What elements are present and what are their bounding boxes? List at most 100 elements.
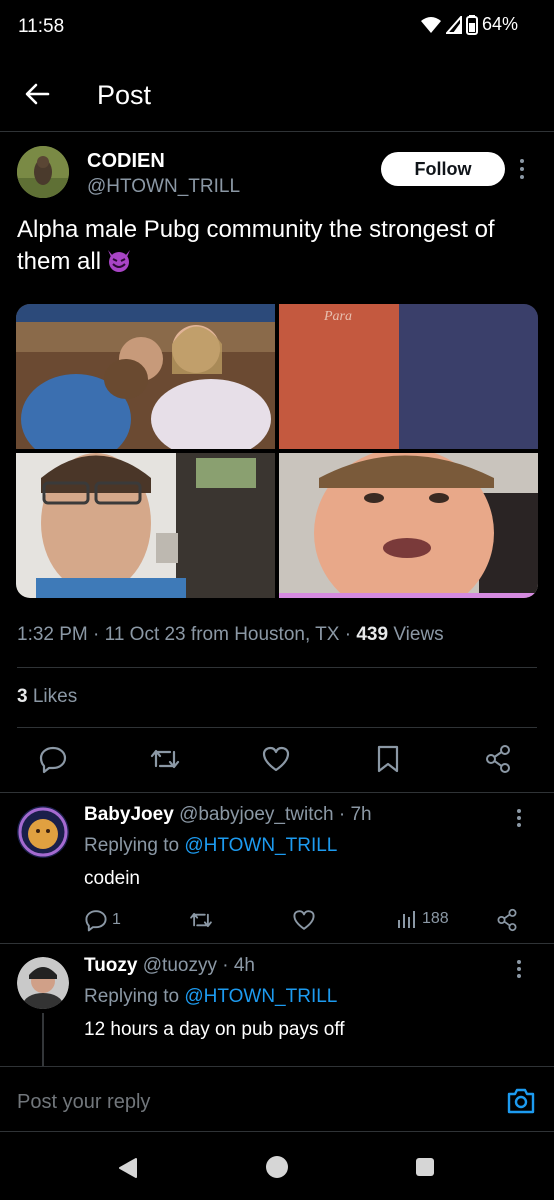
reply-author-handle[interactable]: @tuozyy (143, 955, 217, 976)
replying-to-handle[interactable]: @HTOWN_TRILL (184, 835, 337, 856)
heart-icon (262, 746, 290, 772)
media-image-1[interactable] (16, 304, 275, 449)
like-button[interactable] (292, 908, 316, 932)
post-location: from Houston, TX (190, 624, 340, 645)
reply-author-name[interactable]: BabyJoey (84, 804, 174, 825)
status-time: 11:58 (18, 16, 65, 37)
system-nav-bar (0, 1132, 554, 1200)
svg-text:Para: Para (323, 309, 352, 324)
avatar[interactable] (17, 806, 69, 858)
battery-percent: 64% (481, 14, 518, 34)
share-icon (486, 745, 510, 773)
views-count: 188 (422, 910, 449, 927)
reply-button[interactable] (38, 744, 70, 776)
reply-header: Tuozy @tuozyy · 4h (84, 955, 255, 976)
reply-author-name[interactable]: Tuozy (84, 955, 137, 976)
more-vertical-icon (520, 159, 524, 179)
reply-header: BabyJoey @babyjoey_twitch · 7h (84, 804, 372, 825)
cell-signal-icon (445, 15, 462, 34)
share-button[interactable] (496, 908, 518, 932)
reply-author-handle[interactable]: @babyjoey_twitch (179, 804, 333, 825)
divider (0, 943, 554, 944)
photo-couple (16, 304, 275, 449)
reply-input[interactable]: Post your reply (17, 1091, 150, 1114)
repost-icon (190, 912, 212, 928)
divider (17, 667, 537, 668)
repost-button[interactable] (188, 908, 214, 932)
reply-time: 7h (350, 804, 372, 825)
views-button[interactable]: 188 (396, 908, 449, 930)
media-image-2[interactable]: Para (279, 304, 538, 449)
post-text: Alpha male Pubg community the strongest … (17, 214, 537, 278)
nav-home-button[interactable] (266, 1156, 288, 1178)
camera-icon (507, 1088, 535, 1114)
arrow-left-icon (25, 83, 50, 105)
replying-to: Replying to @HTOWN_TRILL (84, 835, 337, 857)
triangle-back-icon (119, 1158, 137, 1178)
back-button[interactable] (22, 78, 54, 110)
wifi-icon (420, 16, 441, 33)
heart-icon (293, 910, 315, 930)
comment-icon (39, 746, 67, 774)
smiling-devil-emoji-icon (105, 247, 133, 273)
camera-button[interactable] (506, 1087, 538, 1117)
status-icons: 64% (420, 14, 518, 35)
post-actions (0, 744, 554, 780)
post-time: 1:32 PM (17, 624, 88, 645)
likes-label: Likes (32, 686, 78, 707)
post-author: CODIEN @HTOWN_TRILL Follow (17, 146, 537, 206)
nav-back-button[interactable] (118, 1157, 138, 1184)
post-media-grid: Para (16, 304, 538, 598)
replying-to-label: Replying to (84, 986, 180, 1007)
views-label[interactable]: Views (393, 624, 443, 645)
battery-icon (465, 14, 478, 35)
reply-count: 1 (112, 911, 121, 928)
replying-to-handle[interactable]: @HTOWN_TRILL (184, 986, 337, 1007)
photo-man-glasses (16, 453, 275, 598)
status-bar: 11:58 64% (0, 0, 554, 56)
likes-count: 3 (17, 686, 28, 707)
share-icon (497, 908, 517, 932)
dog-photo (17, 146, 69, 198)
author-handle[interactable]: @HTOWN_TRILL (87, 176, 240, 198)
more-options-button[interactable] (519, 158, 525, 185)
reply-text: 12 hours a day on pub pays off (84, 1019, 345, 1040)
more-vertical-icon (517, 960, 521, 978)
divider (17, 727, 537, 728)
more-options-button[interactable] (516, 959, 522, 984)
photo-young-man (279, 453, 538, 598)
comment-icon (85, 910, 107, 932)
replying-to-label: Replying to (84, 835, 180, 856)
photo-shirts: Para (279, 304, 538, 449)
bookmark-button[interactable] (375, 744, 407, 776)
reply-actions: 1 188 (84, 908, 534, 936)
reply-composer: Post your reply (0, 1066, 554, 1132)
page-title: Post (97, 80, 152, 110)
more-options-button[interactable] (516, 808, 522, 833)
avatar[interactable] (17, 146, 69, 198)
media-image-3[interactable] (16, 453, 275, 598)
reply-button[interactable]: 1 (84, 908, 121, 932)
post-text-content: Alpha male Pubg community the strongest … (17, 216, 495, 275)
reply-text: codein (84, 868, 140, 889)
bookmark-icon (377, 745, 399, 773)
follow-button[interactable]: Follow (381, 152, 505, 186)
repost-button[interactable] (148, 744, 180, 776)
replying-to: Replying to @HTOWN_TRILL (84, 986, 337, 1008)
likes-summary[interactable]: 3 Likes (17, 686, 77, 708)
media-image-4[interactable] (279, 453, 538, 598)
reply-item[interactable]: BabyJoey @babyjoey_twitch · 7h Replying … (0, 804, 554, 942)
avatar-image (17, 806, 69, 858)
divider (0, 792, 554, 793)
views-count: 439 (356, 624, 389, 645)
reply-item[interactable]: Tuozy @tuozyy · 4h Replying to @HTOWN_TR… (0, 955, 554, 1066)
avatar[interactable] (17, 957, 69, 1009)
nav-recents-button[interactable] (416, 1158, 434, 1176)
avatar-image (17, 957, 69, 1009)
thread-line (42, 1013, 44, 1066)
post-meta: 1:32 PM · 11 Oct 23 from Houston, TX · 4… (17, 624, 444, 645)
like-button[interactable] (261, 744, 293, 776)
author-name[interactable]: CODIEN (87, 150, 165, 173)
more-vertical-icon (517, 809, 521, 827)
share-button[interactable] (484, 744, 516, 776)
